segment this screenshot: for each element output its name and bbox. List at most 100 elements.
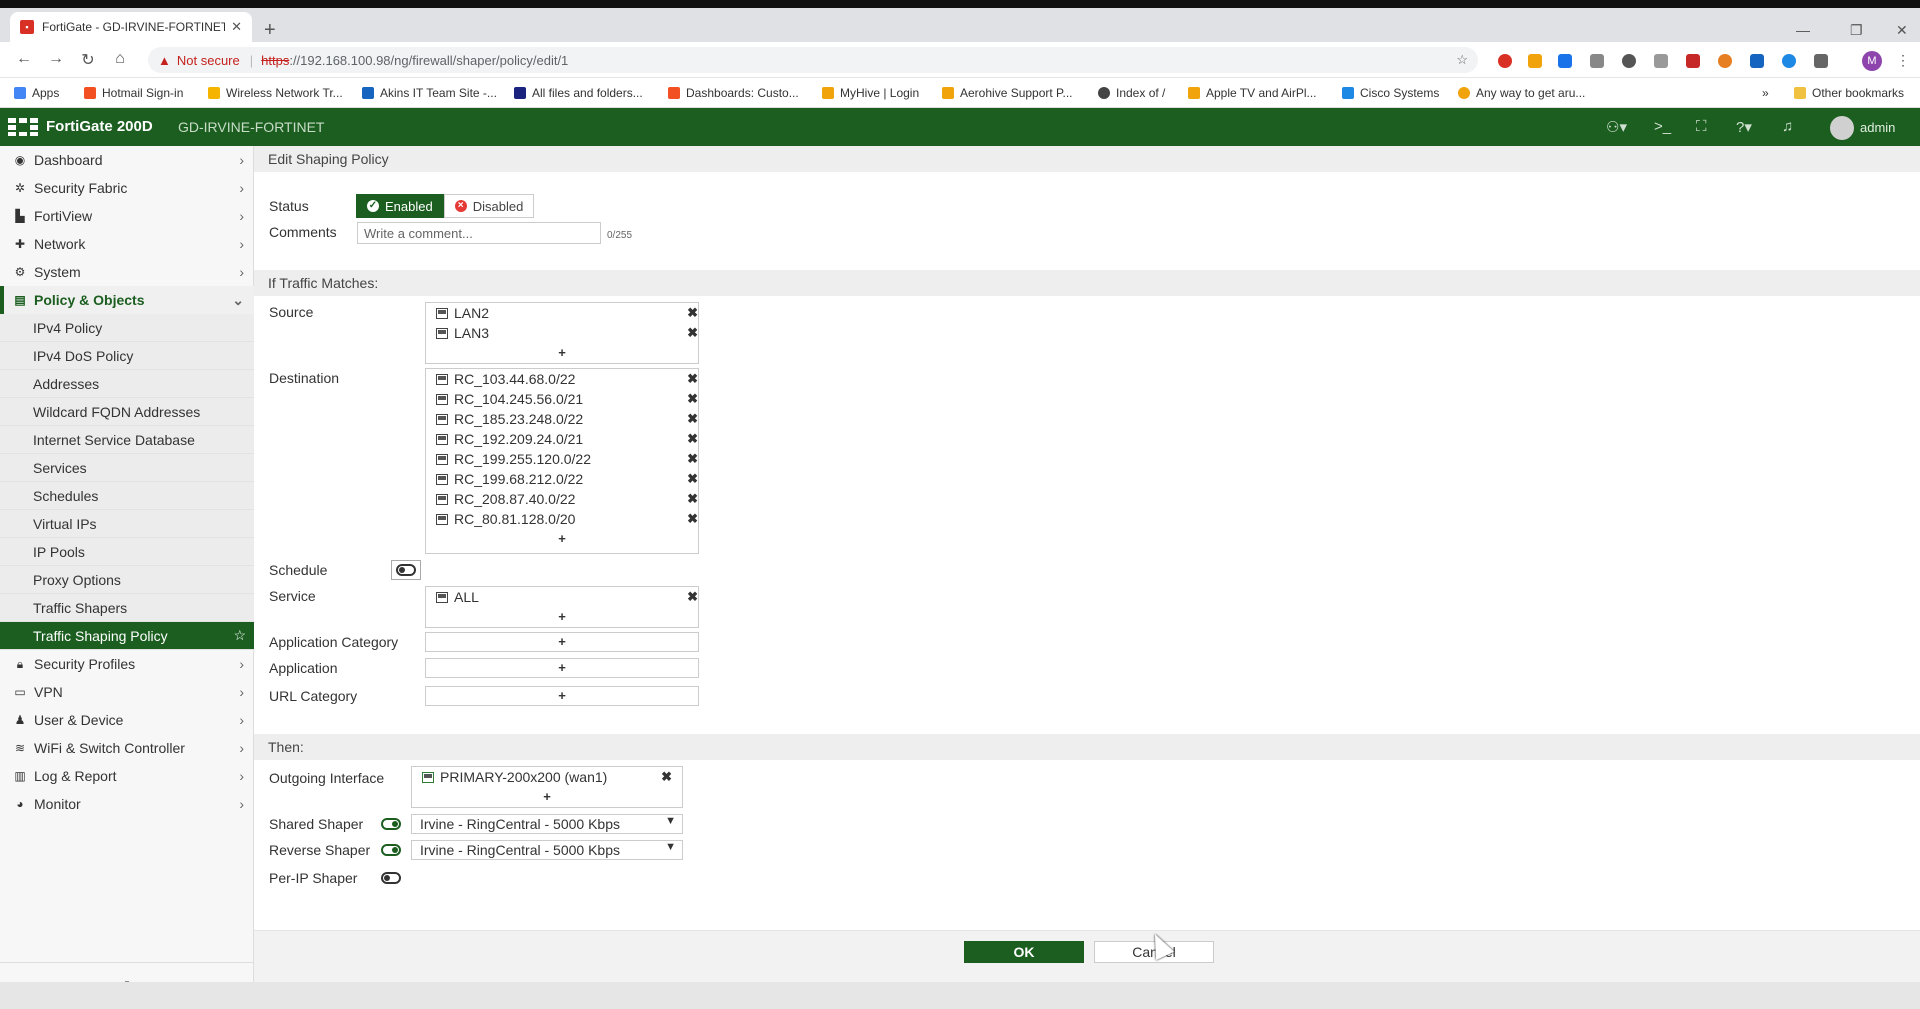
remove-icon[interactable]: ✖ <box>687 431 698 447</box>
back-icon[interactable]: ← <box>14 50 34 68</box>
admin-avatar[interactable] <box>1830 116 1854 140</box>
reverse-shaper-toggle[interactable] <box>381 844 401 856</box>
extension-icon[interactable] <box>1622 54 1636 68</box>
extension-icon[interactable] <box>1558 54 1572 68</box>
extension-adblock-icon[interactable] <box>1498 54 1512 68</box>
bookmark-item[interactable]: Hotmail Sign-in <box>84 86 183 100</box>
schedule-toggle[interactable] <box>391 560 421 580</box>
sidebar-item-security-fabric[interactable]: ✲ Security Fabric › <box>0 174 254 202</box>
other-bookmarks[interactable]: Other bookmarks <box>1794 86 1904 100</box>
sidebar-item-network[interactable]: ✚ Network › <box>0 230 254 258</box>
extension-icon[interactable] <box>1654 54 1668 68</box>
remove-icon[interactable]: ✖ <box>687 471 698 487</box>
sidebar-item-wifi-switch[interactable]: ≋ WiFi & Switch Controller › <box>0 734 254 762</box>
add-url-category-button[interactable]: + <box>426 688 698 703</box>
sidebar-item-monitor[interactable]: ◕ Monitor › <box>0 790 254 818</box>
reload-icon[interactable]: ↻ <box>78 50 98 70</box>
disabled-button[interactable]: × Disabled <box>443 194 535 218</box>
bookmark-item[interactable]: Any way to get aru... <box>1458 86 1585 100</box>
sidebar-item-dashboard[interactable]: ◉ Dashboard › <box>0 146 254 174</box>
bookmark-item[interactable]: Index of / <box>1098 86 1165 100</box>
sidebar-subitem-proxy-options[interactable]: Proxy Options <box>0 566 254 594</box>
bookmark-apps[interactable]: Apps <box>14 86 59 100</box>
add-service-button[interactable]: + <box>426 609 698 624</box>
remove-icon[interactable]: ✖ <box>687 305 698 321</box>
sidebar-item-system[interactable]: ⚙ System › <box>0 258 254 286</box>
app-category-field[interactable]: + <box>425 632 699 652</box>
extension-icon[interactable] <box>1750 54 1764 68</box>
shared-shaper-toggle[interactable] <box>381 818 401 830</box>
remove-icon[interactable]: ✖ <box>687 451 698 467</box>
help-icon[interactable]: ?▾ <box>1736 118 1752 136</box>
bookmark-item[interactable]: Cisco Systems <box>1342 86 1439 100</box>
bookmark-star-icon[interactable]: ☆ <box>1456 52 1468 68</box>
extension-icon[interactable] <box>1590 54 1604 68</box>
extension-icon[interactable] <box>1814 54 1828 68</box>
remove-icon[interactable]: ✖ <box>687 371 698 387</box>
sidebar-item-security-profiles[interactable]: 🔒︎ Security Profiles › <box>0 650 254 678</box>
shared-shaper-select[interactable]: Irvine - RingCentral - 5000 Kbps ▼ <box>411 814 683 834</box>
favorite-star-icon[interactable]: ☆ <box>233 627 246 644</box>
sidebar-item-log-report[interactable]: ▥ Log & Report › <box>0 762 254 790</box>
sidebar-subitem-ip-pools[interactable]: IP Pools <box>0 538 254 566</box>
cli-console-icon[interactable]: >_ <box>1654 118 1671 135</box>
remove-icon[interactable]: ✖ <box>687 411 698 427</box>
sidebar-subitem-addresses[interactable]: Addresses <box>0 370 254 398</box>
sidebar-subitem-traffic-shaping-policy[interactable]: Traffic Shaping Policy ☆ <box>0 622 254 650</box>
remove-icon[interactable]: ✖ <box>661 769 672 785</box>
bookmark-item[interactable]: Apple TV and AirPl... <box>1188 86 1317 100</box>
profile-avatar[interactable]: M <box>1862 51 1882 71</box>
user-menu-icon[interactable]: ⚇▾ <box>1606 118 1627 136</box>
reverse-shaper-select[interactable]: Irvine - RingCentral - 5000 Kbps ▼ <box>411 840 683 860</box>
bookmarks-overflow-button[interactable]: » <box>1762 86 1769 100</box>
sidebar-item-vpn[interactable]: ▭ VPN › <box>0 678 254 706</box>
add-destination-button[interactable]: + <box>426 531 698 546</box>
add-outgoing-interface-button[interactable]: + <box>412 789 682 804</box>
admin-menu[interactable]: admin <box>1860 120 1895 135</box>
remove-icon[interactable]: ✖ <box>687 325 698 341</box>
sidebar-subitem-ipv4-policy[interactable]: IPv4 Policy <box>0 314 254 342</box>
close-tab-icon[interactable]: ✕ <box>231 19 242 35</box>
sidebar-subitem-traffic-shapers[interactable]: Traffic Shapers <box>0 594 254 622</box>
remove-icon[interactable]: ✖ <box>687 589 698 605</box>
browser-menu-icon[interactable]: ⋮ <box>1896 52 1910 69</box>
home-icon[interactable]: ⌂ <box>110 50 130 68</box>
sidebar-subitem-services[interactable]: Services <box>0 454 254 482</box>
bookmark-item[interactable]: MyHive | Login <box>822 86 919 100</box>
sidebar-item-policy-objects[interactable]: ▤ Policy & Objects ⌄ <box>0 286 254 314</box>
ok-button[interactable]: OK <box>964 941 1084 963</box>
application-field[interactable]: + <box>425 658 699 678</box>
browser-tab[interactable]: ▪ FortiGate - GD-IRVINE-FORTINET ✕ <box>10 12 252 42</box>
bookmark-item[interactable]: Wireless Network Tr... <box>208 86 343 100</box>
sidebar-subitem-internet-service-db[interactable]: Internet Service Database <box>0 426 254 454</box>
new-tab-button[interactable]: + <box>264 20 276 40</box>
enabled-button[interactable]: ✓ Enabled <box>356 194 444 218</box>
minimize-icon[interactable]: — <box>1796 22 1810 38</box>
sidebar-subitem-ipv4-dos-policy[interactable]: IPv4 DoS Policy <box>0 342 254 370</box>
remove-icon[interactable]: ✖ <box>687 491 698 507</box>
close-window-icon[interactable]: ✕ <box>1896 22 1908 39</box>
remove-icon[interactable]: ✖ <box>687 511 698 527</box>
bookmark-item[interactable]: Akins IT Team Site -... <box>362 86 497 100</box>
bookmark-item[interactable]: All files and folders... <box>514 86 643 100</box>
forward-icon[interactable]: → <box>46 50 66 68</box>
add-app-category-button[interactable]: + <box>426 634 698 649</box>
extension-icon[interactable] <box>1686 54 1700 68</box>
extension-icon[interactable] <box>1528 54 1542 68</box>
sidebar-subitem-wildcard-fqdn[interactable]: Wildcard FQDN Addresses <box>0 398 254 426</box>
bookmark-item[interactable]: Dashboards: Custo... <box>668 86 799 100</box>
remove-icon[interactable]: ✖ <box>687 391 698 407</box>
sidebar-subitem-virtual-ips[interactable]: Virtual IPs <box>0 510 254 538</box>
sidebar-item-user-device[interactable]: ♟ User & Device › <box>0 706 254 734</box>
restore-icon[interactable]: ❐ <box>1850 22 1863 39</box>
sidebar-subitem-schedules[interactable]: Schedules <box>0 482 254 510</box>
notifications-bell-icon[interactable]: ♫ <box>1782 118 1793 135</box>
extension-icon[interactable] <box>1718 54 1732 68</box>
comments-field[interactable]: Write a comment... <box>357 222 601 244</box>
bookmark-item[interactable]: Aerohive Support P... <box>942 86 1073 100</box>
extension-icon[interactable] <box>1782 54 1796 68</box>
sidebar-item-fortiview[interactable]: ▙ FortiView › <box>0 202 254 230</box>
fullscreen-icon[interactable]: ⛶ <box>1696 118 1707 135</box>
add-application-button[interactable]: + <box>426 660 698 675</box>
url-category-field[interactable]: + <box>425 686 699 706</box>
